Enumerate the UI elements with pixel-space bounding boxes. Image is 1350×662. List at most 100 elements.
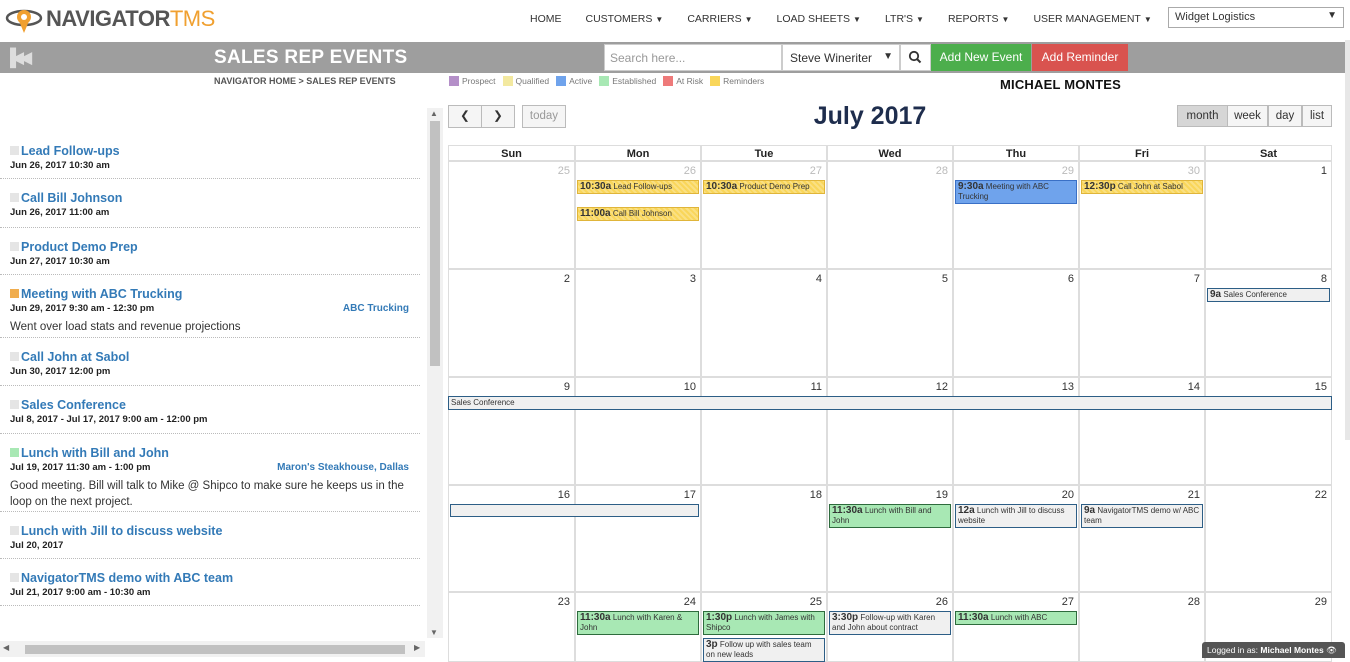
- event-title[interactable]: Product Demo Prep: [10, 240, 138, 254]
- day-cell[interactable]: 3: [575, 269, 701, 377]
- event-list-item[interactable]: Lead Follow-ups Jun 26, 2017 10:30 am: [0, 132, 420, 179]
- day-cell[interactable]: 21: [1079, 485, 1205, 592]
- event-list-item[interactable]: Meeting with ABC Trucking Jun 29, 2017 9:…: [0, 275, 420, 338]
- event-title[interactable]: Lunch with Bill and John: [10, 446, 169, 460]
- event-title[interactable]: Lead Follow-ups: [10, 144, 120, 158]
- event-list-horizontal-scrollbar[interactable]: ◀ ▶: [0, 641, 425, 657]
- calendar-event[interactable]: 11:00a Call Bill Johnson: [577, 207, 699, 221]
- day-cell[interactable]: 30: [1079, 161, 1205, 269]
- day-cell[interactable]: 19: [827, 485, 953, 592]
- day-cell[interactable]: 23: [448, 592, 575, 662]
- calendar-event[interactable]: 11:30a Lunch with Bill and John: [829, 504, 951, 528]
- event-list-item[interactable]: Call John at Sabol Jun 30, 2017 12:00 pm: [0, 338, 420, 386]
- next-month-button[interactable]: ❯: [481, 105, 515, 128]
- calendar-event[interactable]: 11:30a Lunch with Karen & John: [577, 611, 699, 635]
- today-button[interactable]: today: [522, 105, 566, 128]
- scroll-up-icon[interactable]: ▲: [430, 109, 438, 118]
- calendar-event[interactable]: 9a NavigatorTMS demo w/ ABC team: [1081, 504, 1203, 528]
- event-list-item[interactable]: Sales Conference Jul 8, 2017 - Jul 17, 20…: [0, 386, 420, 434]
- prev-month-button[interactable]: ❮: [448, 105, 482, 128]
- day-cell[interactable]: 22: [1205, 485, 1332, 592]
- calendar-event[interactable]: 9a Sales Conference: [1207, 288, 1330, 302]
- calendar-event[interactable]: [450, 504, 699, 517]
- event-date-text: Jul 20, 2017: [10, 540, 64, 551]
- event-list-item[interactable]: Lunch with Jill to discuss website Jul 20…: [0, 512, 420, 559]
- day-cell[interactable]: 11: [701, 377, 827, 485]
- day-cell[interactable]: 27: [701, 161, 827, 269]
- day-cell[interactable]: 10: [575, 377, 701, 485]
- view-week-button[interactable]: week: [1227, 105, 1268, 127]
- event-title[interactable]: Lunch with Jill to discuss website: [10, 524, 222, 538]
- collapse-sidebar-icon[interactable]: ▐◀◀: [4, 48, 32, 68]
- day-cell[interactable]: 12: [827, 377, 953, 485]
- day-cell[interactable]: 20: [953, 485, 1079, 592]
- day-cell[interactable]: 18: [701, 485, 827, 592]
- day-cell[interactable]: 9: [448, 377, 575, 485]
- day-cell[interactable]: 27: [953, 592, 1079, 662]
- nav-item-ltr-s[interactable]: LTR's ▼: [885, 13, 924, 25]
- event-title[interactable]: NavigatorTMS demo with ABC team: [10, 571, 233, 585]
- event-list-item[interactable]: Lunch with Bill and John Jul 19, 2017 11:…: [0, 434, 420, 512]
- day-cell[interactable]: 13: [953, 377, 1079, 485]
- nav-item-carriers[interactable]: Carriers ▼: [687, 13, 752, 25]
- event-title[interactable]: Call John at Sabol: [10, 350, 129, 364]
- day-cell[interactable]: 6: [953, 269, 1079, 377]
- event-list-item[interactable]: NavigatorTMS demo with ABC team Jul 21, 2…: [0, 559, 420, 606]
- day-cell[interactable]: 2: [448, 269, 575, 377]
- scroll-left-icon[interactable]: ◀: [3, 643, 9, 652]
- day-cell[interactable]: 28: [827, 161, 953, 269]
- event-location[interactable]: ABC Trucking: [343, 303, 409, 314]
- calendar-event[interactable]: 1:30p Lunch with James with Shipco: [703, 611, 825, 635]
- day-cell[interactable]: 25: [448, 161, 575, 269]
- day-cell[interactable]: 14: [1079, 377, 1205, 485]
- search-button[interactable]: [900, 44, 931, 71]
- day-cell[interactable]: 28: [1079, 592, 1205, 662]
- day-cell[interactable]: 8: [1205, 269, 1332, 377]
- day-cell[interactable]: 15: [1205, 377, 1332, 485]
- event-text: Sales Conference: [451, 398, 515, 407]
- day-cell[interactable]: 7: [1079, 269, 1205, 377]
- nav-item-home[interactable]: Home: [530, 13, 562, 25]
- scroll-right-icon[interactable]: ▶: [414, 643, 420, 652]
- add-new-event-button[interactable]: Add New Event: [931, 44, 1031, 71]
- day-cell[interactable]: 16: [448, 485, 575, 592]
- view-list-button[interactable]: list: [1302, 105, 1332, 127]
- nav-item-customers[interactable]: Customers ▼: [586, 13, 664, 25]
- nav-item-user-management[interactable]: User Management ▼: [1033, 13, 1151, 25]
- day-cell[interactable]: 1: [1205, 161, 1332, 269]
- day-cell[interactable]: 5: [827, 269, 953, 377]
- add-reminder-button[interactable]: Add Reminder: [1032, 44, 1128, 71]
- breadcrumb[interactable]: NAVIGATOR HOME > SALES REP EVENTS: [214, 76, 396, 86]
- sales-rep-select[interactable]: Steve Wineriter ▼: [782, 44, 900, 71]
- event-title[interactable]: Sales Conference: [10, 398, 126, 412]
- view-day-button[interactable]: day: [1268, 105, 1302, 127]
- nav-item-reports[interactable]: Reports ▼: [948, 13, 1010, 25]
- calendar-event[interactable]: Sales Conference: [448, 396, 1332, 410]
- event-list-item[interactable]: Product Demo Prep Jun 27, 2017 10:30 am: [0, 228, 420, 275]
- day-cell[interactable]: 29: [953, 161, 1079, 269]
- calendar-event[interactable]: 3p Follow up with sales team on new lead…: [703, 638, 825, 662]
- calendar-event[interactable]: 3:30p Follow-up with Karen and John abou…: [829, 611, 951, 635]
- navigatortms-logo[interactable]: NAVIGATORTMS: [4, 4, 215, 34]
- day-cell[interactable]: 17: [575, 485, 701, 592]
- calendar-event[interactable]: 12a Lunch with Jill to discuss website: [955, 504, 1077, 528]
- calendar-event[interactable]: 9:30a Meeting with ABC Trucking: [955, 180, 1077, 204]
- event-list-scrollbar[interactable]: ▲ ▼: [427, 108, 443, 638]
- calendar-event[interactable]: 10:30a Lead Follow-ups: [577, 180, 699, 194]
- event-list-item[interactable]: Call Bill Johnson Jun 26, 2017 11:00 am: [0, 179, 420, 228]
- event-title[interactable]: Meeting with ABC Trucking: [10, 287, 182, 301]
- scrollbar-thumb[interactable]: [25, 645, 405, 654]
- view-month-button[interactable]: month: [1177, 105, 1228, 127]
- calendar-event[interactable]: 10:30a Product Demo Prep: [703, 180, 825, 194]
- nav-item-load-sheets[interactable]: Load Sheets ▼: [777, 13, 861, 25]
- scrollbar-thumb[interactable]: [430, 121, 440, 366]
- calendar-event[interactable]: 11:30a Lunch with ABC: [955, 611, 1077, 625]
- event-title[interactable]: Call Bill Johnson: [10, 191, 122, 205]
- search-input[interactable]: Search here...: [604, 44, 782, 71]
- day-cell[interactable]: 4: [701, 269, 827, 377]
- calendar-event[interactable]: 12:30p Call John at Sabol: [1081, 180, 1203, 194]
- event-location[interactable]: Maron's Steakhouse, Dallas: [277, 462, 409, 473]
- page-scrollbar[interactable]: [1345, 40, 1350, 440]
- scroll-down-icon[interactable]: ▼: [430, 628, 438, 637]
- company-select[interactable]: Widget Logistics ▼: [1168, 7, 1344, 28]
